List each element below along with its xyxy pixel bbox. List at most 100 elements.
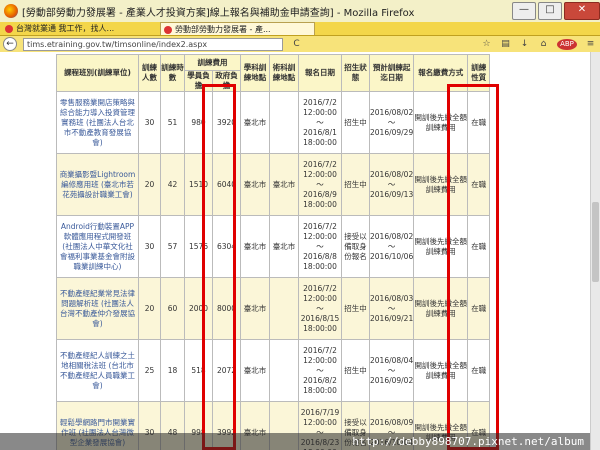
cell-hours: 60 [160,277,185,340]
cell-status: 招生中 [341,91,370,154]
course-name-link[interactable]: 不動產經紀人訓練之土地相關稅法班 (台北市不動產經紀人員職業工會) [56,339,139,402]
header-people: 訓練人數 [138,54,161,92]
table-row: 商業攝影暨Lightroom編修應用班 (臺北市若花苑攝設計職業工會) 20 4… [56,153,491,216]
cell-signup: 2016/7/2 12:00:00 ～ 2016/8/9 18:00:00 [298,153,342,216]
cell-people: 30 [138,91,161,154]
cell-status: 招生中 [341,339,370,402]
table-row: 不動產經紀人訓練之土地相關稅法班 (台北市不動產經紀人員職業工會) 25 18 … [56,339,491,402]
table-row: Android行動裝置APP軟體應用程式開發班 (社團法人中華文化社會福利事業基… [56,215,491,278]
cell-property: 在職 [467,91,491,154]
cell-hours: 18 [160,339,185,402]
cell-pay-method: 開訓後先繳全額訓練費用 [413,153,469,216]
cell-signup: 2016/7/2 12:00:00 ～ 2016/8/8 18:00:00 [298,215,342,278]
course-name-link[interactable]: 商業攝影暨Lightroom編修應用班 (臺北市若花苑攝設計職業工會) [56,153,139,216]
cell-people: 20 [138,153,161,216]
cell-people: 30 [138,215,161,278]
header-subject-location: 學科訓練地點 [240,54,270,92]
scrollbar-thumb[interactable] [592,202,599,282]
cell-loc-subject: 臺北市 [240,277,270,340]
header-train-date: 預計訓練起迄日期 [368,54,415,92]
firefox-logo-icon [4,4,18,18]
cell-fee-self: 1576 [184,215,213,278]
cell-fee-gov: 8000 [212,277,241,340]
cell-hours: 51 [160,91,185,154]
cell-status: 招生中 [341,153,370,216]
bookmark-star-icon[interactable]: ☆ [481,39,492,50]
maximize-button[interactable]: □ [538,2,562,20]
header-property: 訓練性質 [467,54,491,92]
cell-signup: 2016/7/2 12:00:00 ～ 2016/8/15 18:00:00 [298,277,342,340]
reload-button[interactable]: C [291,39,302,50]
cell-pay-method: 開訓後先繳全額訓練費用 [413,215,469,278]
header-pay-method: 報名繳費方式 [413,54,469,92]
addon-icon[interactable]: ABP [557,38,577,50]
tab-label: 勞動部勞動力發展署 - 產... [175,25,271,34]
navigation-bar: ← tims.etraining.gov.tw/timsonline/index… [0,36,600,52]
table-row: 零售服務業開店策略與綜合能力導入投資管理實務班 (社團法人台北市不動產教育發展協… [56,91,491,154]
site-favicon-icon [164,26,172,34]
course-name-link[interactable]: 零售服務業開店策略與綜合能力導入投資管理實務班 (社團法人台北市不動產教育發展協… [56,91,139,154]
cell-hours: 42 [160,153,185,216]
home-icon[interactable]: ⌂ [538,39,549,50]
menu-icon[interactable]: ≡ [585,39,596,50]
cell-loc-tech: 臺北市 [269,215,299,278]
back-button[interactable]: ← [3,37,17,51]
course-name-link[interactable]: 不動產經紀業常見法律問題解析班 (社團法人台灣不動產仲介發展協會) [56,277,139,340]
header-fee-gov: 政府負擔 [212,70,241,92]
tab-job-portal[interactable]: 台灣就業通 我工作，找人... [2,22,152,35]
cell-fee-self: 980 [184,91,213,154]
header-course-name: 課程班別(訓練單位) [56,54,139,92]
tab-training-site[interactable]: 勞動部勞動力發展署 - 產... [160,22,315,35]
cell-pay-method: 開訓後先繳全額訓練費用 [413,91,469,154]
watermark-url: http://debby898707.pixnet.net/album [0,433,590,450]
cell-loc-tech [269,91,299,154]
tab-bar: 台灣就業通 我工作，找人... 勞動部勞動力發展署 - 產... [0,22,600,36]
cell-train-date: 2016/08/02 ～ 2016/09/13 [368,153,415,216]
cell-signup: 2016/7/2 12:00:00 ～ 2016/8/1 18:00:00 [298,91,342,154]
cell-fee-self: 1510 [184,153,213,216]
cell-loc-tech [269,277,299,340]
cell-property: 在職 [467,339,491,402]
cell-loc-subject: 臺北市 [240,215,270,278]
header-status: 招生狀態 [341,54,370,92]
cell-pay-method: 開訓後先繳全額訓練費用 [413,277,469,340]
cell-pay-method: 開訓後先繳全額訓練費用 [413,339,469,402]
cell-status: 接受以備取身份報名 [341,215,370,278]
vertical-scrollbar[interactable] [590,52,600,450]
cell-people: 20 [138,277,161,340]
cell-signup: 2016/7/2 12:00:00 ～ 2016/8/2 18:00:00 [298,339,342,402]
header-tech-location: 術科訓練地點 [269,54,299,92]
cell-train-date: 2016/08/04 ～ 2016/09/02 [368,339,415,402]
course-table: 課程班別(訓練單位) 訓練人數 訓練時數 訓練費用 學科訓練地點 術科訓練地點 … [56,54,491,450]
cell-fee-gov: 6040 [212,153,241,216]
cell-property: 在職 [467,277,491,340]
close-button[interactable]: ✕ [564,2,600,20]
cell-fee-gov: 3920 [212,91,241,154]
cell-fee-gov: 2072 [212,339,241,402]
cell-loc-tech: 臺北市 [269,153,299,216]
window-titlebar: [勞動部勞動力發展署 - 產業人才投資方案]線上報名與補助金申請查詢] - Mo… [0,0,600,23]
site-favicon-icon [5,25,13,33]
bookmarks-icon[interactable]: ▤ [500,39,511,50]
cell-loc-subject: 臺北市 [240,153,270,216]
header-hours: 訓練時數 [160,54,185,92]
cell-train-date: 2016/08/02 ～ 2016/09/29 [368,91,415,154]
minimize-button[interactable]: — [512,2,536,20]
cell-loc-tech [269,339,299,402]
url-bar[interactable]: tims.etraining.gov.tw/timsonline/index2.… [23,37,283,51]
cell-loc-subject: 臺北市 [240,339,270,402]
header-fee: 訓練費用 [184,54,241,71]
cell-property: 在職 [467,215,491,278]
header-fee-self: 學員負擔 [184,70,213,92]
cell-train-date: 2016/08/03 ～ 2016/09/21 [368,277,415,340]
tab-label: 台灣就業通 我工作，找人... [16,24,115,33]
table-row: 不動產經紀業常見法律問題解析班 (社團法人台灣不動產仲介發展協會) 20 60 … [56,277,491,340]
header-signup-date: 報名日期 [298,54,342,92]
cell-fee-self: 518 [184,339,213,402]
cell-train-date: 2016/08/02 ～ 2016/10/06 [368,215,415,278]
cell-fee-gov: 6304 [212,215,241,278]
course-name-link[interactable]: Android行動裝置APP軟體應用程式開發班 (社團法人中華文化社會福利事業基… [56,215,139,278]
download-icon[interactable]: ↓ [519,39,530,50]
cell-people: 25 [138,339,161,402]
cell-hours: 57 [160,215,185,278]
